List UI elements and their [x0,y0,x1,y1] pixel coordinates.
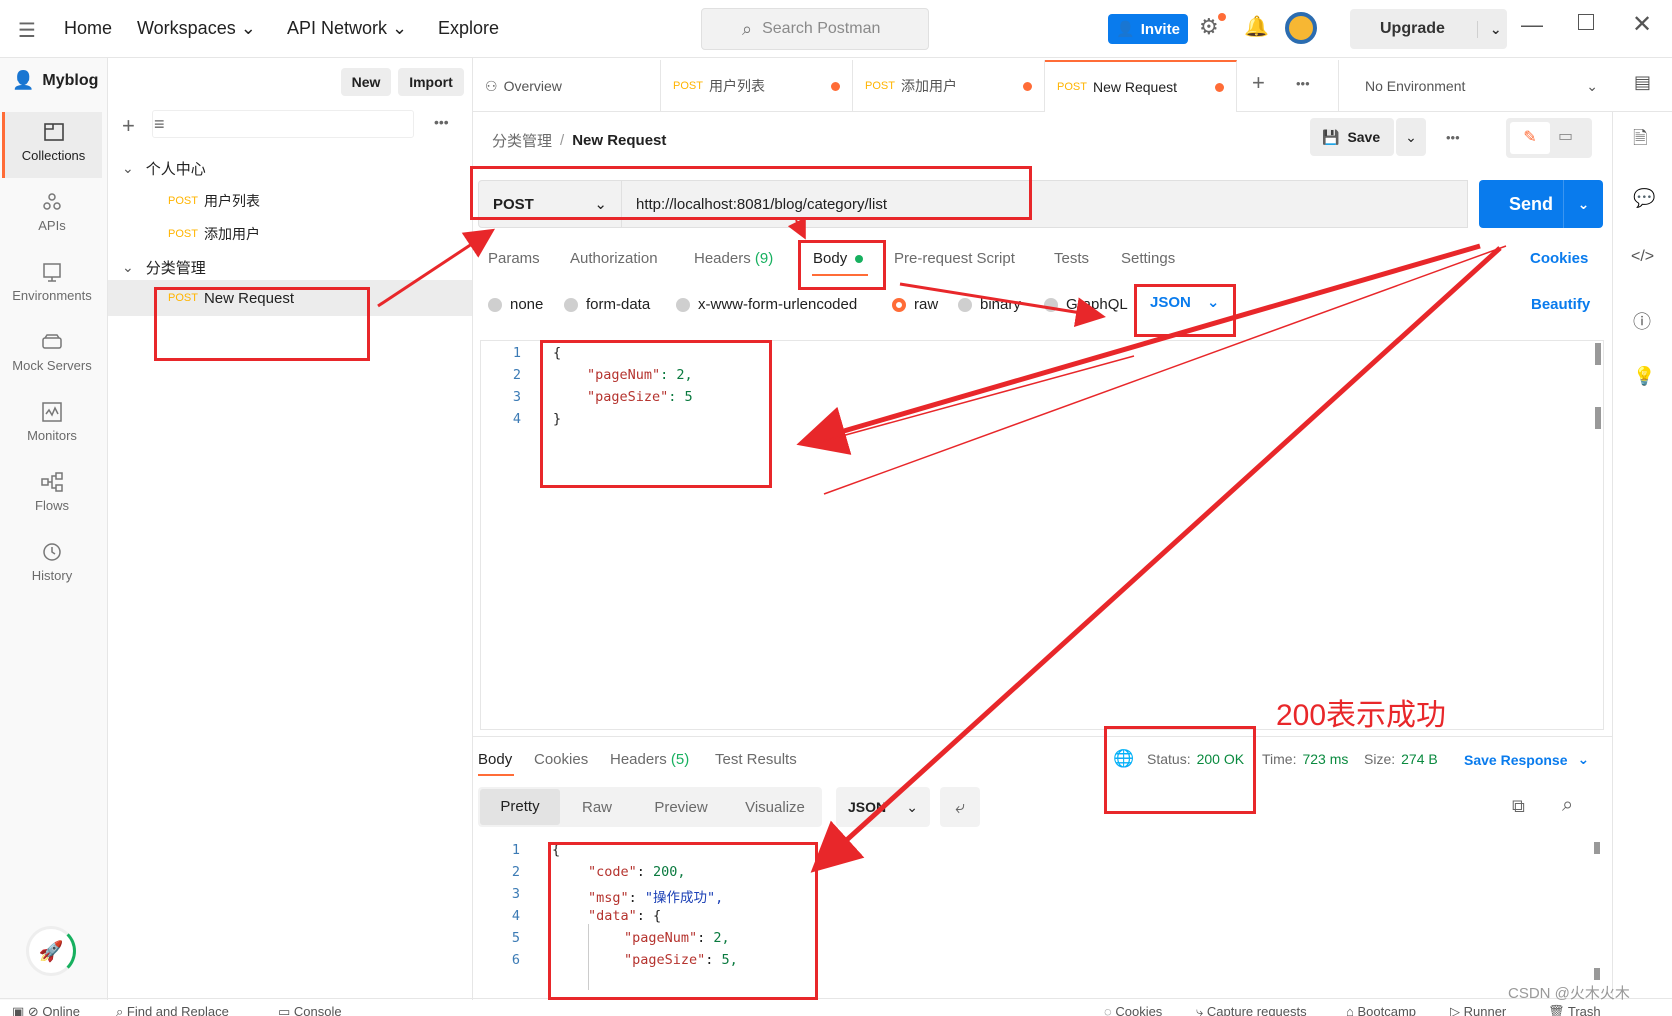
arrow-url-to-body-tab [787,217,806,240]
arrow-sidebar-to-url [377,228,496,308]
arrow-send-to-request-body [796,243,1481,455]
thin-line-cookies-to-body [823,245,1507,495]
annotation-arrows [377,217,1507,873]
arrow-body-to-json [899,282,1106,328]
